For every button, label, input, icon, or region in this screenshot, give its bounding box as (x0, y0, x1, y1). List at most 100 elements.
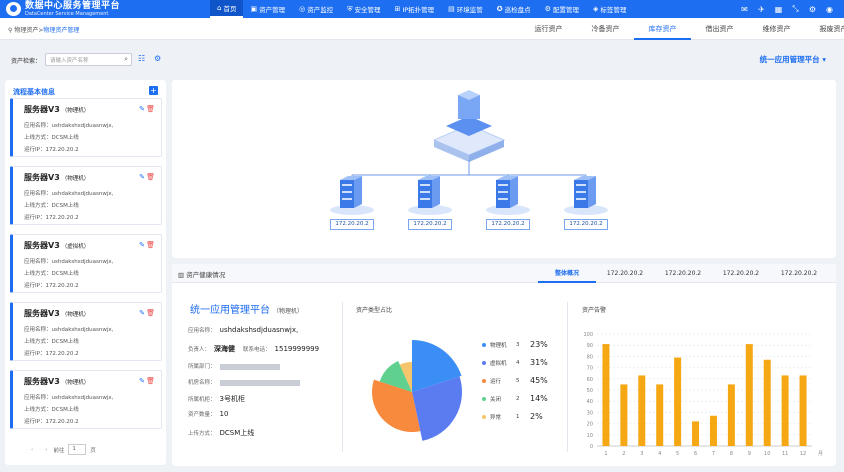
nav-item[interactable]: ◎ 资产监控 (292, 0, 340, 18)
y-tick-label: 10 (587, 433, 593, 439)
server-card[interactable]: 服务器V3 （物理机） ✎ 🗑 应用名称：ushdakshsdjduasnwjx, 上线方… (10, 302, 162, 361)
tab-asset[interactable]: 冷备资产 (577, 18, 634, 40)
page-input[interactable]: 1 (68, 444, 87, 455)
app-logo[interactable]: 数据中心服务管理平台 DataCenter Service Management (0, 1, 200, 17)
nav-item[interactable]: ▣ 资产管理 (243, 0, 292, 18)
tab-asset[interactable]: 维修资产 (748, 18, 805, 40)
search-input[interactable]: 请输入资产名称 ⌕ (45, 53, 132, 66)
sub-header: ⚲ 物理资产>物理资产管理 运行资产冷备资产库存资产借出资产维修资产报废资产 (0, 18, 844, 40)
server-card[interactable]: 服务器V3 （物理机） ✎ 🗑 应用名称：ushdakshsdjduasnwjx, 上线方… (10, 166, 162, 225)
edit-icon[interactable]: ✎ (139, 309, 145, 317)
expand-icon[interactable]: ⤡ (787, 4, 804, 14)
bar[interactable] (745, 344, 753, 446)
x-tick-label: 7 (712, 451, 715, 457)
legend-name: 关闭 (490, 396, 502, 403)
message-icon[interactable]: ✉ (736, 5, 753, 14)
nav-item[interactable]: ⌂ 首页 (210, 0, 244, 18)
card-app: 应用名称：ushdakshsdjduasnwjx, (24, 259, 114, 265)
legend-dot (482, 414, 486, 419)
delete-icon[interactable]: 🗑 (146, 105, 155, 113)
nav-item[interactable]: ⛨ 安全管理 (340, 0, 387, 18)
server-card[interactable]: 服务器V3 （物理机） ✎ 🗑 应用名称：ushdakshsdjduasnwjx, 上线方… (10, 370, 162, 429)
nav-icon: ✪ (496, 5, 503, 13)
card-app: 应用名称：ushdakshsdjduasnwjx, (24, 191, 114, 197)
settings-icon[interactable]: ⚙ (804, 5, 821, 14)
x-tick-label: 5 (676, 451, 679, 457)
process-info-panel: 流程基本信息 + 服务器V3 （物理机） ✎ 🗑 应用名称：ushdakshsdjdua… (5, 80, 166, 465)
bar[interactable] (727, 384, 735, 446)
y-tick-label: 70 (587, 366, 593, 372)
health-tab[interactable]: 172.20.20.2 (654, 264, 712, 283)
next-page-icon[interactable]: › (45, 447, 47, 453)
card-method: 上线方式：DCSM上线 (24, 339, 79, 345)
nav-item[interactable]: ▤ 环境监管 (441, 0, 490, 18)
main-nav: ⌂ 首页 ▣ 资产管理 ◎ 资产监控 ⛨ 安全管理 ⊞ IP拓扑管理 ▤ 环境监管 ✪ 巡检盘点 ⚙ 配置管理… (210, 0, 633, 18)
delete-icon[interactable]: 🗑 (146, 377, 155, 385)
server-node[interactable] (408, 176, 452, 215)
server-node[interactable] (330, 176, 374, 215)
nav-item[interactable]: ⊞ IP拓扑管理 (387, 0, 441, 18)
nav-label: IP拓扑管理 (402, 6, 435, 14)
nav-item[interactable]: ◈ 标签管理 (586, 0, 633, 18)
bar[interactable] (620, 384, 628, 446)
chart-icon: ▥ (178, 271, 185, 279)
tab-asset[interactable]: 运行资产 (520, 18, 577, 40)
bar[interactable] (781, 375, 789, 446)
chevron-down-icon: ▾ (822, 55, 826, 64)
breadcrumb-current: 物理资产管理 (43, 27, 80, 34)
tab-asset[interactable]: 借出资产 (691, 18, 748, 40)
filter-icon[interactable]: ⚙ (154, 54, 161, 63)
legend-percent: 14% (530, 394, 548, 403)
add-icon[interactable]: + (149, 86, 158, 95)
search-icon[interactable]: ⌕ (124, 55, 128, 64)
delete-icon[interactable]: 🗑 (146, 309, 155, 317)
nav-icon: ▣ (250, 5, 258, 13)
prev-page-icon[interactable]: ‹ (31, 447, 33, 453)
info-dept: 所属部门： (188, 362, 280, 370)
topology-diagram (330, 90, 608, 215)
health-tab[interactable]: 整体概况 (538, 264, 596, 283)
bar[interactable] (602, 344, 610, 446)
nav-label: 巡检盘点 (504, 6, 531, 14)
nav-icon: ⚙ (544, 5, 551, 13)
delete-icon[interactable]: 🗑 (146, 241, 155, 249)
page-suffix: 页 (90, 447, 96, 454)
nav-icon: ▤ (448, 5, 455, 13)
server-card[interactable]: 服务器V3 （物理机） ✎ 🗑 应用名称：ushdakshsdjduasnwjx, 上线方… (10, 98, 162, 157)
nav-item[interactable]: ⚙ 配置管理 (538, 0, 586, 18)
info-cabinet: 所属机柜： 3号机柜 (188, 395, 245, 403)
user-avatar-icon[interactable]: ◉ (821, 5, 838, 14)
bar[interactable] (638, 375, 646, 446)
server-node[interactable] (486, 176, 530, 215)
health-tab[interactable]: 172.20.20.2 (712, 264, 770, 283)
delete-icon[interactable]: 🗑 (146, 173, 155, 181)
bar[interactable] (799, 375, 807, 446)
legend-count: 5 (516, 377, 520, 384)
x-tick-label: 9 (748, 451, 751, 457)
list-view-icon[interactable]: ☷ (138, 54, 145, 63)
server-card[interactable]: 服务器V3 （虚拟机） ✎ 🗑 应用名称：ushdakshsdjduasnwjx, 上线方… (10, 234, 162, 293)
breadcrumb-root[interactable]: 物理资产 (14, 27, 38, 34)
tab-asset[interactable]: 报废资产 (805, 18, 844, 40)
tab-asset[interactable]: 库存资产 (634, 18, 691, 40)
edit-icon[interactable]: ✎ (139, 377, 145, 385)
card-ip: 运行IP：172.20.20.2 (24, 351, 79, 357)
map-icon[interactable]: ✈ (753, 5, 770, 14)
bar[interactable] (709, 415, 717, 446)
edit-icon[interactable]: ✎ (139, 105, 145, 113)
bar[interactable] (656, 384, 664, 446)
card-method: 上线方式：DCSM上线 (24, 203, 79, 209)
nav-item[interactable]: ✪ 巡检盘点 (490, 0, 538, 18)
health-tab[interactable]: 172.20.20.2 (596, 264, 654, 283)
grid-icon[interactable]: ▦ (770, 5, 787, 14)
bar[interactable] (692, 421, 700, 446)
server-node[interactable] (564, 176, 608, 215)
bar[interactable] (674, 357, 682, 446)
bar[interactable] (763, 359, 771, 446)
edit-icon[interactable]: ✎ (139, 173, 145, 181)
platform-node[interactable] (432, 90, 506, 162)
card-ip: 运行IP：172.20.20.2 (24, 215, 79, 221)
health-tab[interactable]: 172.20.20.2 (770, 264, 828, 283)
platform-select[interactable]: 统一应用管理平台 ▾ (760, 54, 826, 65)
edit-icon[interactable]: ✎ (139, 241, 145, 249)
